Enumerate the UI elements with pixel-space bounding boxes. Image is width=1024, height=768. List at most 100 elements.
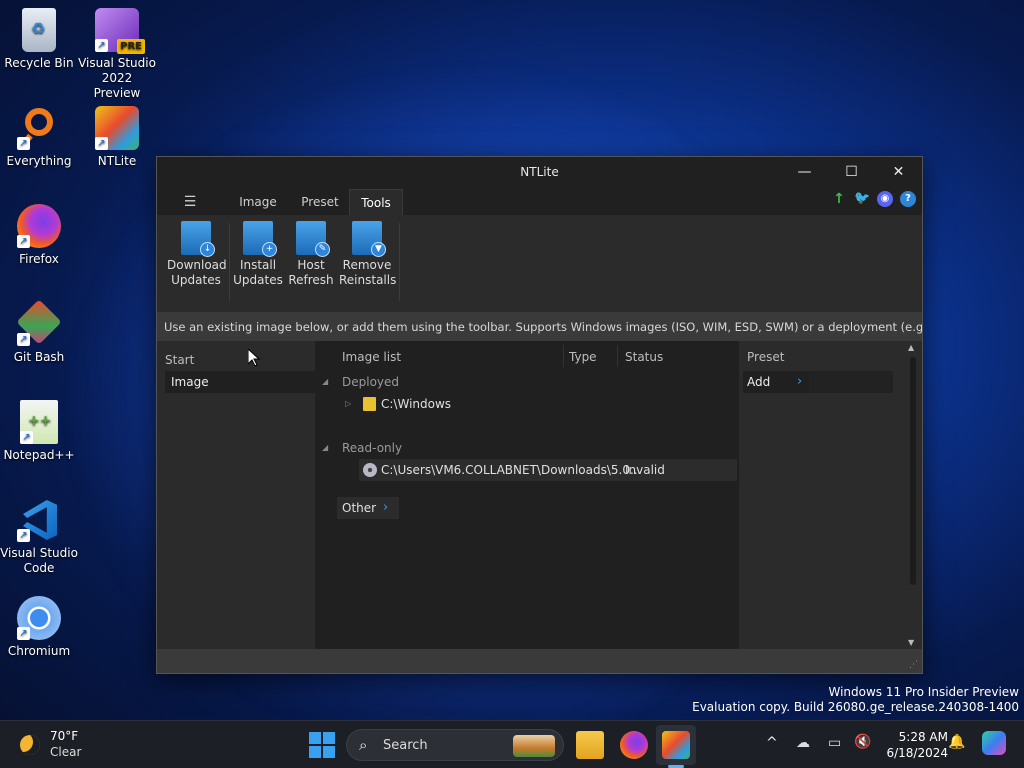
desktop-icon-label: Git Bash bbox=[13, 350, 65, 364]
tab-tools[interactable]: Tools bbox=[349, 189, 403, 215]
download-updates-button[interactable]: ↓ Download Updates bbox=[167, 221, 227, 288]
resize-grip-icon[interactable]: ⋰ bbox=[909, 660, 918, 670]
ribbon-toolbar: ↓ Download Updates + Install Updates ✎ H… bbox=[157, 215, 922, 313]
toolbar-links: ↑ 🐦 ◉ ? bbox=[831, 191, 916, 207]
tab-bar: ☰ Image Preset Tools ↑ 🐦 ◉ ? bbox=[157, 187, 922, 215]
vertical-scrollbar[interactable]: ▲ ▼ bbox=[904, 341, 922, 649]
discord-icon[interactable]: ◉ bbox=[877, 191, 893, 207]
image-row-windows[interactable]: C:\Windows bbox=[381, 397, 451, 411]
desktop-icon-label: Visual Studio Code bbox=[0, 546, 78, 575]
remove-reinstalls-button[interactable]: ▼ Remove Reinstalls bbox=[339, 221, 396, 288]
search-label: Search bbox=[383, 738, 428, 753]
ribbon-separator bbox=[399, 223, 400, 301]
host-refresh-button[interactable]: ✎ Host Refresh bbox=[287, 221, 335, 288]
scroll-down-arrow-icon[interactable]: ▼ bbox=[908, 638, 914, 647]
window-title: NTLite bbox=[520, 165, 559, 179]
iso-status: Invalid bbox=[625, 463, 665, 477]
start-item-image[interactable]: Image bbox=[165, 371, 315, 393]
shortcut-arrow-icon: ↗ bbox=[95, 39, 108, 52]
desktop-icon-label: Visual Studio 2022 Preview bbox=[78, 56, 156, 100]
help-icon[interactable]: ? bbox=[900, 191, 916, 207]
hamburger-menu-button[interactable]: ☰ bbox=[177, 189, 203, 215]
desktop-icon-chromium[interactable]: ↗ Chromium bbox=[0, 596, 78, 659]
twitter-icon[interactable]: 🐦 bbox=[854, 191, 870, 207]
desktop-icon-recycle-bin[interactable]: ♻ Recycle Bin bbox=[0, 8, 78, 71]
desktop-icon-notepad-plus-plus[interactable]: ++ ↗ Notepad++ bbox=[0, 400, 78, 463]
desktop-icon-visual-studio-preview[interactable]: PRE ↗ Visual Studio 2022 Preview bbox=[78, 8, 156, 101]
column-divider bbox=[617, 345, 618, 367]
column-header-status[interactable]: Status bbox=[625, 350, 663, 364]
firefox-icon: ↗ bbox=[17, 204, 61, 248]
shortcut-arrow-icon: ↗ bbox=[95, 137, 108, 150]
minimize-button[interactable]: — bbox=[781, 157, 828, 187]
disc-icon bbox=[363, 463, 377, 477]
desktop-icon-firefox[interactable]: ↗ Firefox bbox=[0, 204, 78, 267]
preset-pane: Preset Add › bbox=[739, 341, 904, 649]
scroll-up-arrow-icon[interactable]: ▲ bbox=[908, 343, 914, 352]
watermark-line-1: Windows 11 Pro Insider Preview bbox=[828, 685, 1019, 699]
shortcut-arrow-icon: ↗ bbox=[17, 137, 30, 150]
evaluation-watermark: Windows 11 Pro Insider Preview Evaluatio… bbox=[692, 685, 1019, 715]
install-updates-label-1: Install bbox=[239, 258, 277, 272]
ntlite-window: NTLite — ☐ ✕ ☰ Image Preset Tools ↑ 🐦 ◉ … bbox=[156, 156, 923, 674]
close-button[interactable]: ✕ bbox=[875, 157, 922, 187]
notepad-plus-plus-icon: ++ ↗ bbox=[20, 400, 58, 444]
ntlite-taskbar-icon[interactable] bbox=[662, 731, 690, 759]
recycle-bin-icon: ♻ bbox=[22, 8, 56, 52]
desktop-icon-vscode[interactable]: ↗ Visual Studio Code bbox=[0, 498, 78, 576]
shortcut-arrow-icon: ↗ bbox=[17, 333, 30, 346]
install-updates-button[interactable]: + Install Updates bbox=[233, 221, 283, 288]
window-controls: — ☐ ✕ bbox=[781, 157, 922, 187]
tab-preset[interactable]: Preset bbox=[295, 189, 345, 215]
title-bar[interactable]: NTLite — ☐ ✕ bbox=[157, 157, 922, 187]
git-bash-icon: ↗ bbox=[16, 299, 62, 346]
group-readonly: Read-only bbox=[342, 441, 403, 455]
weather-widget[interactable]: 70°F Clear bbox=[16, 729, 126, 761]
update-arrow-icon[interactable]: ↑ bbox=[831, 191, 847, 207]
download-updates-icon: ↓ bbox=[181, 221, 215, 257]
copilot-icon[interactable] bbox=[982, 731, 1006, 755]
taskbar-search[interactable]: ⌕ Search bbox=[346, 729, 564, 761]
main-content: Start Image Image list Type Status ◢ Dep… bbox=[157, 341, 922, 649]
desktop-icon-git-bash[interactable]: ↗ Git Bash bbox=[0, 299, 78, 365]
firefox-taskbar-icon[interactable] bbox=[620, 731, 648, 759]
column-header-image-list[interactable]: Image list bbox=[342, 350, 401, 364]
network-icon[interactable]: ▭ bbox=[828, 735, 841, 751]
notification-bell-icon[interactable]: 🔔 bbox=[948, 734, 965, 750]
file-explorer-icon[interactable] bbox=[576, 731, 604, 759]
shortcut-arrow-icon: ↗ bbox=[20, 431, 33, 444]
desktop-icon-ntlite[interactable]: ↗ NTLite bbox=[78, 106, 156, 169]
desktop-icon-everything[interactable]: ↗ Everything bbox=[0, 106, 78, 169]
other-button[interactable]: Other › bbox=[337, 497, 399, 519]
column-header-type[interactable]: Type bbox=[569, 350, 597, 364]
search-icon: ⌕ bbox=[359, 736, 368, 754]
shortcut-arrow-icon: ↗ bbox=[17, 235, 30, 248]
shortcut-arrow-icon: ↗ bbox=[17, 627, 30, 640]
install-updates-icon: + bbox=[243, 221, 277, 257]
scroll-thumb[interactable] bbox=[910, 357, 916, 585]
desktop-icon-label: Everything bbox=[6, 154, 72, 168]
expand-arrow-icon[interactable]: ▷ bbox=[345, 399, 351, 408]
volume-muted-icon[interactable]: 🔇 bbox=[854, 734, 871, 750]
host-refresh-icon: ✎ bbox=[296, 221, 330, 257]
collapse-arrow-icon[interactable]: ◢ bbox=[322, 443, 328, 452]
image-row-iso[interactable]: C:\Users\VM6.COLLABNET\Downloads\5.0... … bbox=[359, 459, 737, 481]
ntlite-icon: ↗ bbox=[95, 106, 139, 150]
preset-empty-row bbox=[809, 371, 893, 393]
vscode-icon: ↗ bbox=[17, 498, 61, 542]
start-header: Start bbox=[165, 353, 195, 367]
clock[interactable]: 5:28 AM 6/18/2024 bbox=[878, 729, 948, 761]
folder-icon bbox=[363, 397, 376, 411]
start-windows-icon[interactable] bbox=[308, 731, 336, 759]
tray-overflow-chevron[interactable]: ^ bbox=[766, 735, 778, 751]
remove-reinstalls-icon: ▼ bbox=[352, 221, 386, 257]
tab-image[interactable]: Image bbox=[233, 189, 283, 215]
magnifier-icon: ↗ bbox=[17, 106, 61, 150]
onedrive-offline-icon[interactable]: ☁ bbox=[796, 735, 810, 751]
preset-add-button[interactable]: Add › bbox=[743, 371, 809, 393]
start-pane: Start Image bbox=[157, 341, 315, 649]
moon-icon bbox=[20, 735, 40, 755]
maximize-button[interactable]: ☐ bbox=[828, 157, 875, 187]
chromium-icon: ↗ bbox=[17, 596, 61, 640]
collapse-arrow-icon[interactable]: ◢ bbox=[322, 377, 328, 386]
